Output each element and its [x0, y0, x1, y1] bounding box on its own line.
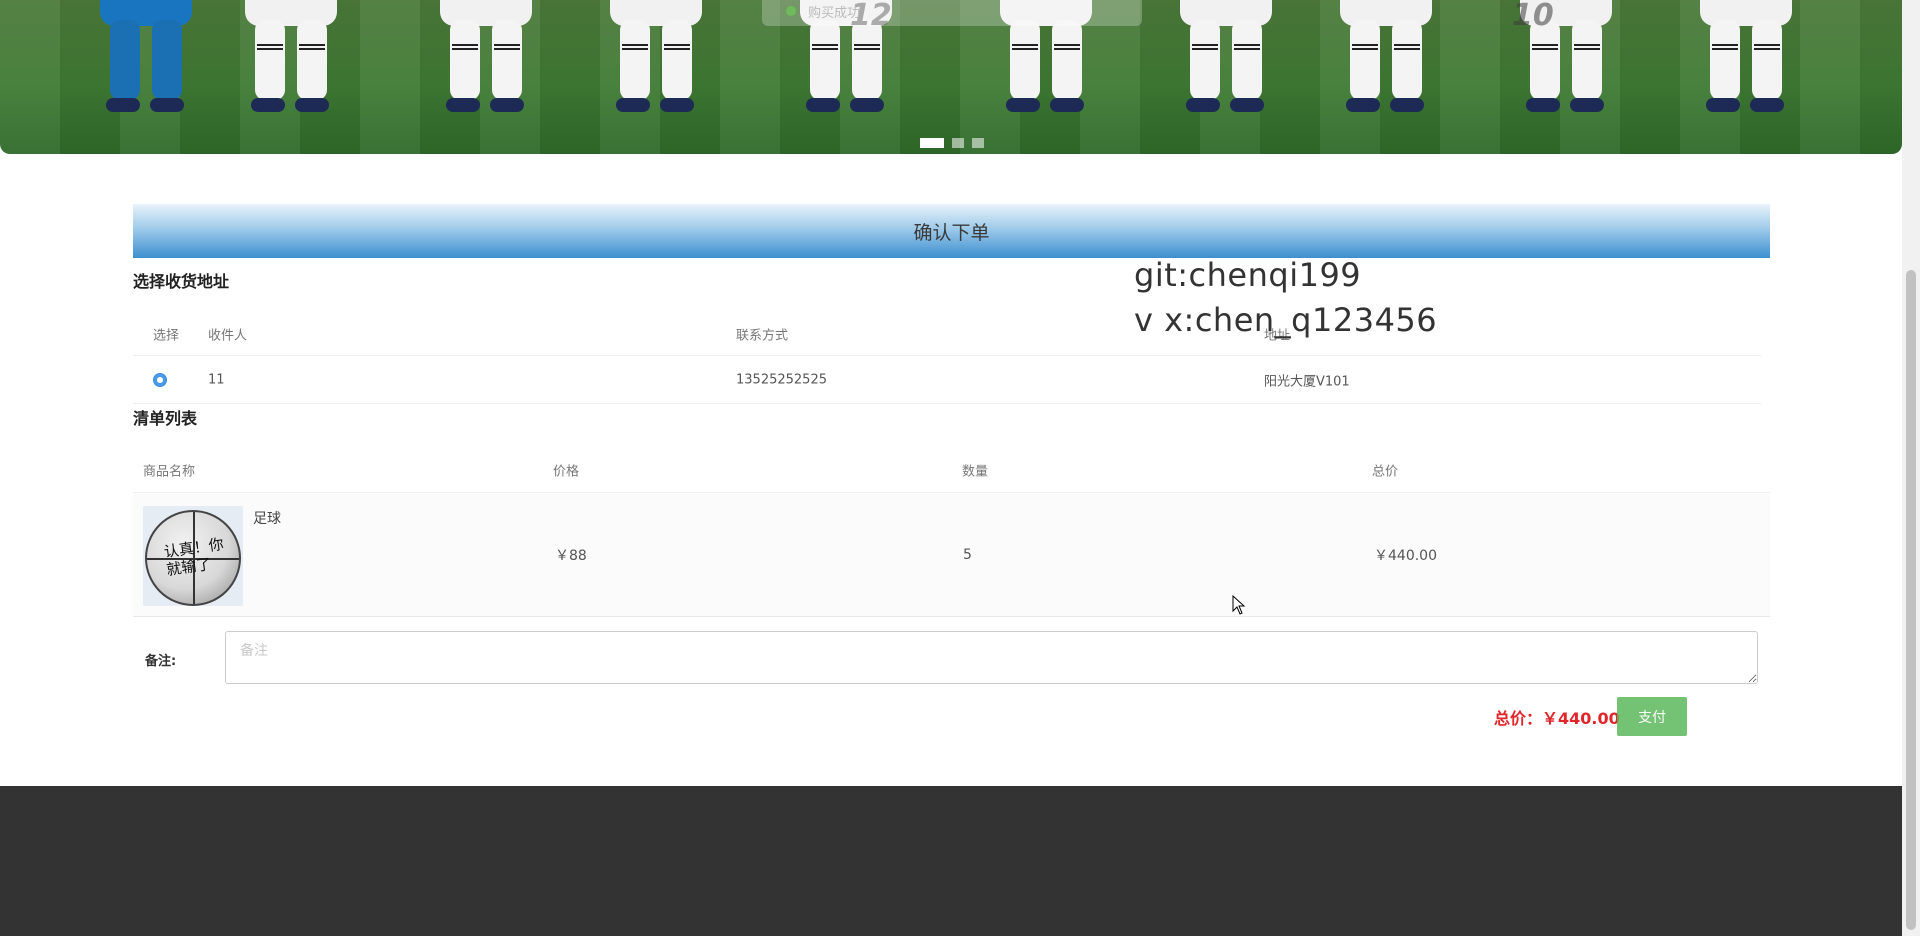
order-total: 总价：￥440.00 — [1494, 709, 1620, 728]
column-header-quantity: 数量 — [962, 464, 989, 480]
basketball-photo-icon: 认真！你就输了 — [145, 510, 241, 606]
list-section-title: 清单列表 — [133, 409, 198, 428]
success-dot-icon — [786, 6, 796, 16]
column-header-price: 价格 — [553, 464, 580, 480]
carousel-indicator-1[interactable] — [920, 138, 944, 148]
product-quantity: 5 — [963, 547, 972, 563]
pay-button[interactable]: 支付 — [1617, 697, 1687, 736]
product-image[interactable]: 认真！你就输了 — [143, 506, 243, 606]
ball-handwriting: 认真！你就输了 — [162, 534, 225, 579]
order-header: 确认下单 — [133, 204, 1770, 258]
address-table-header: 选择 收件人 联系方式 地址 — [133, 312, 1761, 356]
address-section-title: 选择收货地址 — [133, 272, 230, 291]
address-phone: 13525252525 — [736, 372, 827, 387]
carousel-indicator-2[interactable] — [952, 138, 964, 148]
banner-player-figure — [100, 0, 192, 112]
watermark-line-2: v x:chen_q123456 — [1134, 301, 1438, 339]
banner-player-figure — [1180, 0, 1272, 112]
page-footer — [0, 786, 1902, 936]
carousel-indicator-3[interactable] — [972, 138, 984, 148]
product-price: ￥88 — [555, 548, 587, 564]
watermark-line-1: git:chenqi199 — [1134, 256, 1362, 294]
order-title: 确认下单 — [913, 221, 990, 244]
banner-toast-text: 购买成功 — [808, 6, 861, 21]
column-header-recipient: 收件人 — [208, 328, 248, 343]
carousel-indicators — [920, 138, 984, 148]
column-header-subtotal: 总价 — [1372, 464, 1399, 480]
remark-label: 备注: — [145, 654, 177, 669]
radio-checked-icon[interactable] — [153, 372, 167, 387]
product-name[interactable]: 足球 — [253, 508, 281, 528]
list-item: 认真！你就输了 足球 ￥88 5 ￥440.00 — [133, 494, 1770, 617]
banner-player-figure — [1700, 0, 1792, 112]
banner-player-figure — [1340, 0, 1432, 112]
banner-carousel[interactable]: 12 10 购买成功 — [0, 0, 1902, 154]
column-header-phone: 联系方式 — [736, 328, 789, 343]
remark-textarea[interactable] — [225, 631, 1758, 684]
product-subtotal: ￥440.00 — [1374, 548, 1437, 564]
scrollbar-thumb[interactable] — [1906, 270, 1916, 930]
column-header-select: 选择 — [153, 328, 180, 343]
address-row[interactable]: 11 13525252525 阳光大厦V101 — [133, 356, 1761, 404]
address-radio[interactable] — [153, 372, 167, 387]
banner-player-figure — [245, 0, 337, 112]
address-recipient: 11 — [208, 372, 225, 387]
banner-toast: 购买成功 — [762, 0, 1142, 26]
address-text: 阳光大厦V101 — [1264, 374, 1350, 389]
banner-player-figure — [610, 0, 702, 112]
page-scrollbar[interactable] — [1902, 0, 1920, 936]
shirt-number: 10 — [1512, 0, 1554, 33]
banner-player-figure — [440, 0, 532, 112]
column-header-product: 商品名称 — [143, 464, 196, 480]
list-table-header: 商品名称 价格 数量 总价 — [133, 448, 1770, 493]
